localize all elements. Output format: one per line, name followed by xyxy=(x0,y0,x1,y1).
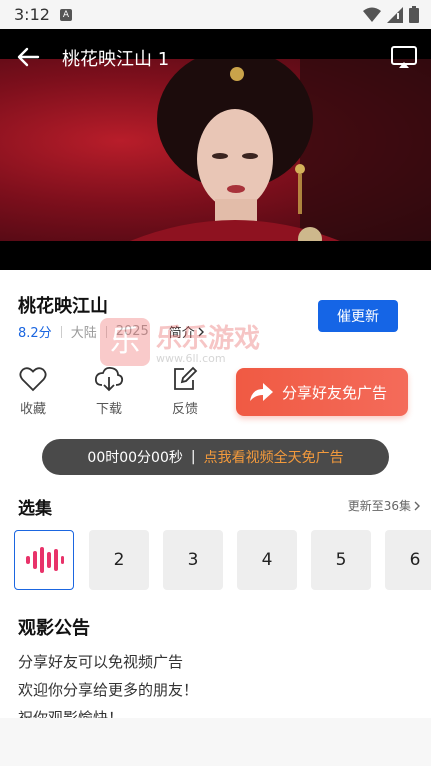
status-icons xyxy=(363,6,419,23)
status-time: 3:12 xyxy=(14,5,50,24)
episode-button[interactable]: 4 xyxy=(237,530,297,590)
video-still-image xyxy=(130,59,431,241)
feedback-label: 反馈 xyxy=(171,402,198,417)
episode-1-playing[interactable] xyxy=(14,530,74,590)
chevron-right-icon xyxy=(198,327,204,336)
status-bar: 3:12 A xyxy=(0,0,431,29)
drama-meta: 8.2分 大陆 2025 简介 xyxy=(18,322,207,341)
share-arrow-icon xyxy=(250,383,273,401)
favorite-action[interactable]: 收藏 xyxy=(11,366,55,417)
feedback-action[interactable]: 反馈 xyxy=(163,366,207,417)
episode-list: 2 3 4 5 6 xyxy=(14,530,431,590)
share-label: 分享好友免广告 xyxy=(282,384,388,402)
episodes-more-link[interactable]: 更新至36集 xyxy=(348,497,423,514)
video-player[interactable]: 桃花映江山 1 xyxy=(0,29,431,270)
meta-divider xyxy=(105,325,107,338)
episode-button[interactable]: 2 xyxy=(89,530,149,590)
chevron-right-icon xyxy=(414,501,420,510)
watermark-url: www.6ll.com xyxy=(156,352,226,365)
bottom-bar xyxy=(0,718,431,766)
notice-line: 分享好友可以免视频广告 xyxy=(18,653,184,671)
battery-icon xyxy=(409,6,419,23)
ad-free-bar[interactable]: 00时00分00秒 | 点我看视频全天免广告 xyxy=(42,439,389,475)
intro-label: 简介 xyxy=(168,326,195,341)
status-notification-badge: A xyxy=(59,8,72,21)
region: 大陆 xyxy=(70,326,97,341)
back-arrow-icon[interactable] xyxy=(14,43,42,71)
urge-update-button[interactable]: 催更新 xyxy=(318,300,398,332)
ad-free-divider: | xyxy=(190,449,196,465)
notice-line: 祝你观影愉快！ xyxy=(18,709,124,718)
episode-button[interactable]: 5 xyxy=(311,530,371,590)
episodes-heading: 选集 xyxy=(18,499,52,519)
share-button[interactable]: 分享好友免广告 xyxy=(236,368,408,416)
download-action[interactable]: 下载 xyxy=(87,366,131,417)
playing-bars-icon xyxy=(26,547,64,573)
player-title: 桃花映江山 1 xyxy=(62,49,170,70)
heart-icon xyxy=(19,367,47,392)
year: 2025 xyxy=(115,324,149,339)
favorite-label: 收藏 xyxy=(19,402,46,417)
cast-icon[interactable] xyxy=(389,43,419,71)
download-label: 下载 xyxy=(95,402,122,417)
episodes-update-status: 更新至36集 xyxy=(347,499,411,513)
ad-free-timer: 00时00分00秒 xyxy=(87,450,183,466)
cloud-download-icon xyxy=(94,366,124,392)
meta-divider xyxy=(60,325,62,338)
drama-title: 桃花映江山 xyxy=(18,296,108,317)
wifi-icon xyxy=(363,7,381,22)
notice-line: 欢迎你分享给更多的朋友！ xyxy=(18,681,199,699)
edit-icon xyxy=(174,366,198,390)
notice-heading: 观影公告 xyxy=(18,618,90,639)
ad-free-link[interactable]: 点我看视频全天免广告 xyxy=(204,447,344,467)
intro-link[interactable]: 简介 xyxy=(169,322,207,341)
episode-button[interactable]: 3 xyxy=(163,530,223,590)
video-frame xyxy=(0,59,431,241)
episode-button[interactable]: 6 xyxy=(385,530,431,590)
notice-body: 分享好友可以免视频广告 欢迎你分享给更多的朋友！ 祝你观影愉快！ xyxy=(18,648,418,718)
signal-icon xyxy=(387,6,403,23)
score: 8.2分 xyxy=(18,326,52,341)
